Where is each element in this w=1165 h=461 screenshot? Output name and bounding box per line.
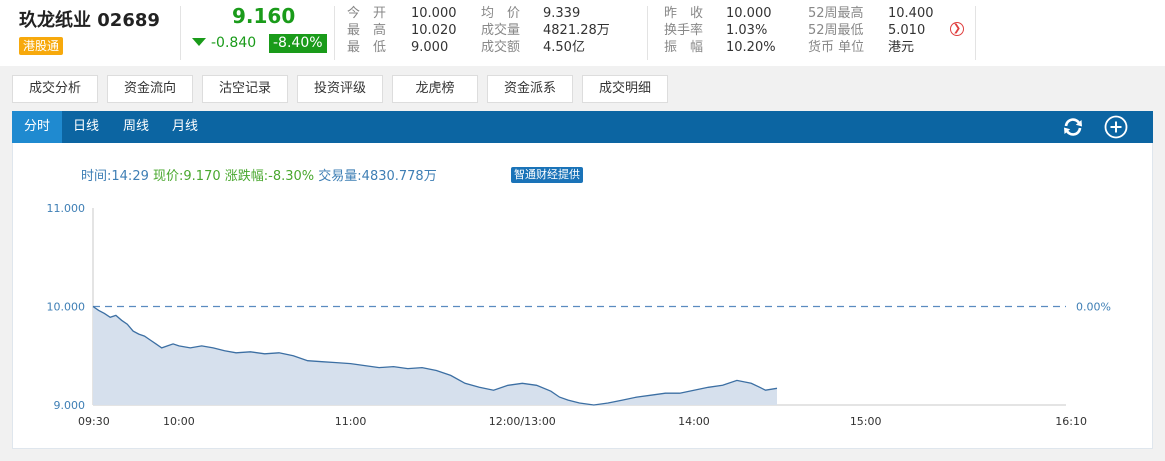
stat-avg-price: 均 价 9.339 (481, 6, 581, 21)
divider (334, 6, 335, 60)
tab-rating[interactable]: 投资评级 (297, 75, 383, 103)
chart-toolbar: 分时 日线 周线 月线 (12, 111, 1153, 143)
divider (975, 6, 976, 60)
stock-title: 玖龙纸业 02689 (19, 6, 160, 32)
price-change-pct: -8.40% (269, 34, 327, 53)
tab-dragon-tiger[interactable]: 龙虎榜 (392, 75, 478, 103)
tab-monthly[interactable]: 月线 (160, 111, 210, 143)
stock-connect-badge: 港股通 (19, 37, 64, 55)
stat-open: 今 开 10.000 (347, 6, 457, 21)
tab-trade-analysis[interactable]: 成交分析 (12, 75, 98, 103)
divider (647, 6, 648, 60)
stat-52w-high: 52周最高 10.400 (808, 6, 934, 21)
stat-turnover-rate: 换手率 1.03% (664, 23, 768, 38)
expand-icon[interactable]: ❯ (950, 22, 964, 36)
quote-header: 玖龙纸业 02689 港股通 9.160 -0.840 -8.40% 今 开 10… (0, 0, 1165, 66)
chart-panel: 时间:14:29 现价:9.170 涨跌幅:-8.30% 交易量:4830.77… (12, 143, 1153, 449)
x-tick-label: 16:10 (1055, 415, 1087, 428)
stat-high: 最 高 10.020 (347, 23, 457, 38)
stat-52w-low: 52周最低 5.010 (808, 23, 926, 38)
current-price: 9.160 (232, 4, 296, 28)
tab-short-selling[interactable]: 沽空记录 (202, 75, 288, 103)
price-change: -0.840 (211, 35, 257, 51)
stat-prev-close: 昨 收 10.000 (664, 6, 772, 21)
tab-intraday[interactable]: 分时 (12, 111, 62, 143)
intraday-chart: 11.000 10.000 9.000 09:30 10:00 11:00 12:00/13… (47, 202, 1111, 428)
y-tick-label: 9.000 (54, 399, 86, 412)
stat-currency: 货币 单位 港元 (808, 40, 915, 55)
refresh-icon[interactable] (1061, 115, 1085, 139)
x-tick-label: 15:00 (850, 415, 882, 428)
x-tick-label: 09:30 (78, 415, 110, 428)
reference-label: 0.00% (1076, 301, 1111, 314)
divider (180, 6, 181, 60)
stat-volume: 成交量 4821.28万 (481, 23, 610, 38)
x-tick-label: 10:00 (163, 415, 195, 428)
down-arrow-icon (192, 38, 206, 46)
tab-fund-faction[interactable]: 资金派系 (487, 75, 573, 103)
tab-fund-flow[interactable]: 资金流向 (107, 75, 193, 103)
y-tick-label: 10.000 (47, 301, 86, 314)
stock-code: 02689 (97, 10, 160, 31)
tab-trade-detail[interactable]: 成交明细 (582, 75, 668, 103)
tab-weekly[interactable]: 周线 (112, 111, 160, 143)
x-tick-label: 12:00/13:00 (489, 415, 556, 428)
price-area (93, 306, 777, 405)
x-tick-label: 14:00 (678, 415, 710, 428)
y-tick-label: 11.000 (47, 202, 86, 215)
tab-daily[interactable]: 日线 (62, 111, 110, 143)
x-tick-label: 11:00 (335, 415, 367, 428)
stock-name: 玖龙纸业 (19, 10, 91, 31)
stat-low: 最 低 9.000 (347, 40, 449, 55)
stat-turnover: 成交额 4.50亿 (481, 40, 585, 55)
stat-amplitude: 振 幅 10.20% (664, 40, 776, 55)
add-icon[interactable] (1104, 115, 1128, 139)
